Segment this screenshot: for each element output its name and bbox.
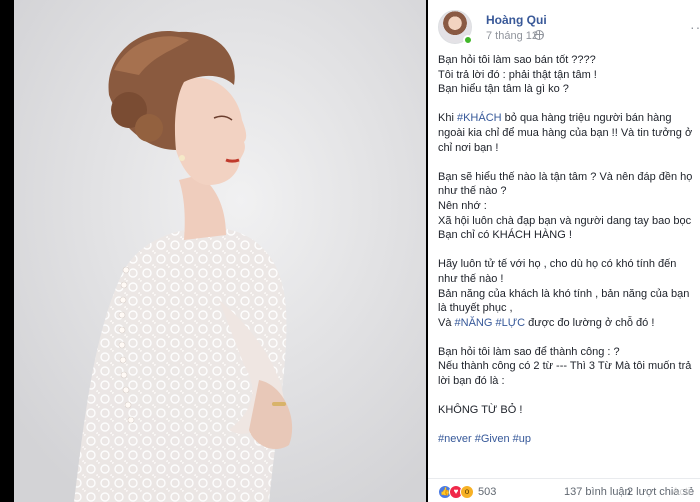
post-header: Hoàng Qui 7 tháng 12 · ··· [438, 10, 700, 45]
post-text-line: Bạn hỏi tôi làm sao bán tốt ???? [438, 54, 596, 66]
post-text-line: là thuyết phục , [438, 302, 513, 315]
post-text-line: Bạn chỉ có KHÁCH HÀNG ! [438, 229, 572, 242]
post-text-line: Khi #KHÁCH bỏ qua hàng triệu người bán h… [438, 112, 672, 125]
post-text-line: chỉ nơi bạn ! [438, 141, 499, 154]
post-text-line: Tôi trả lời đó : phải thật tận tâm ! [438, 68, 597, 81]
hashtag-link[interactable]: #up [513, 433, 531, 445]
windows-activation-watermark: Acti [672, 486, 691, 498]
post-text-line: Hãy luôn tử tế với họ , cho dù họ có khó… [438, 258, 677, 271]
hashtag-link[interactable]: #never [438, 433, 472, 445]
more-options-icon[interactable]: ··· [690, 20, 700, 34]
post-text: Bạn hỏi tôi làm sao bán tốt ???? Tôi trả … [438, 53, 694, 462]
post-text-line: Bạn sẽ hiểu thế nào là tận tâm ? Và nên … [438, 170, 693, 183]
post-text-line: ngoài kia chỉ để mua hàng của bạn !! Và … [438, 126, 693, 139]
post-footer: 👍 ♥ o 503 137 bình luận 2 lượt chia sẻ [428, 478, 700, 502]
hashtag-link[interactable]: #KHÁCH [457, 112, 502, 124]
hashtag-link[interactable]: #NĂNG [455, 317, 493, 329]
post-text-line: như thế nào ! [438, 272, 504, 285]
post-paragraph: #never #Given #up [438, 432, 694, 447]
post-text-line: KHÔNG TỪ BỎ ! [438, 404, 523, 417]
post-text-line: Và #NĂNG #LỰC được đo lường ở chỗ đó ! [438, 316, 655, 329]
bride-photo-illustration [14, 0, 426, 502]
photo-viewer [0, 0, 428, 502]
post-paragraph: Bạn hỏi tôi làm sao bán tốt ???? Tôi trả … [438, 53, 694, 97]
post-text-line: lời bạn đó là : [438, 375, 505, 388]
post-paragraph: Bạn sẽ hiểu thế nào là tận tâm ? Và nên … [438, 170, 694, 243]
post-photo[interactable] [14, 0, 426, 502]
post-side-panel: Hoàng Qui 7 tháng 12 · ··· Bạn hỏi tôi l… [428, 0, 700, 502]
post-paragraph: Bạn hỏi tôi làm sao để thành công : ? Nếu… [438, 345, 694, 389]
post-text-line: Xã hội luôn chà đạp bạn và người dang ta… [438, 214, 692, 227]
post-text-line: Bản năng của khách là khó tính , bản năn… [438, 287, 690, 300]
post-text-line: Bạn hiểu tận tâm là gì ko ? [438, 83, 569, 96]
author-name-link[interactable]: Hoàng Qui [486, 13, 547, 27]
post-text-line: Bạn hỏi tôi làm sao để thành công : ? [438, 345, 620, 358]
post-paragraph: Hãy luôn tử tế với họ , cho dù họ có khó… [438, 257, 694, 330]
hashtag-link[interactable]: #Given [475, 433, 510, 445]
post-paragraph: KHÔNG TỪ BỎ ! [438, 403, 694, 418]
post-text-line: Nên nhớ : [438, 199, 487, 212]
reaction-count[interactable]: 503 [478, 486, 496, 498]
wow-icon: o [460, 485, 474, 499]
post-text-line: Nếu thành công có 2 từ --- Thì 3 Từ Mà t… [438, 360, 692, 373]
online-status-icon [463, 35, 473, 45]
globe-privacy-icon[interactable] [534, 30, 544, 40]
post-text-line: #never #Given #up [438, 432, 694, 447]
post-paragraph: Khi #KHÁCH bỏ qua hàng triệu người bán h… [438, 111, 694, 155]
hashtag-link[interactable]: #LỰC [495, 317, 525, 329]
comment-count-link[interactable]: 137 bình luận [564, 486, 631, 498]
post-text-line: như thế nào ? [438, 185, 507, 198]
